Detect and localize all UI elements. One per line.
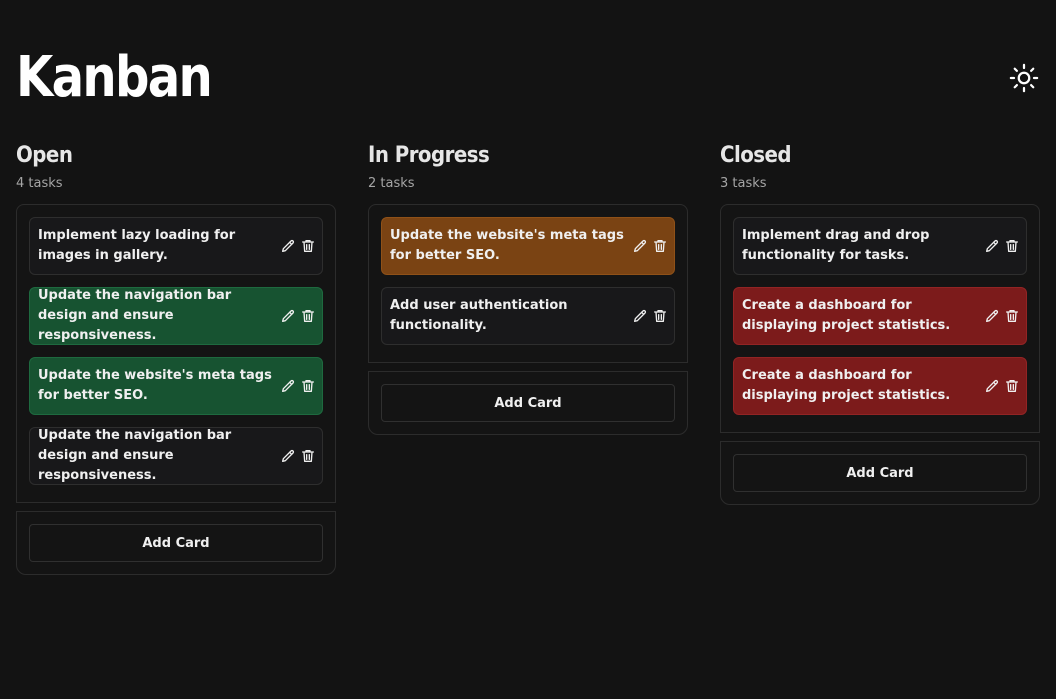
- column-title: In Progress: [368, 143, 490, 168]
- theme-toggle-button[interactable]: [1006, 60, 1042, 96]
- add-card-button[interactable]: Add Card: [381, 384, 675, 422]
- add-card-area: Add Card: [16, 511, 336, 575]
- add-card-button[interactable]: Add Card: [29, 524, 323, 562]
- column-in-progress: In Progress 2 tasks Update the website's…: [368, 142, 688, 435]
- task-card[interactable]: Update the navigation bar design and ens…: [29, 427, 323, 485]
- task-card[interactable]: Update the website's meta tags for bette…: [29, 357, 323, 415]
- card-actions: [632, 308, 668, 324]
- task-card[interactable]: Implement lazy loading for images in gal…: [29, 217, 323, 275]
- card-text: Update the navigation bar design and ens…: [38, 288, 232, 343]
- kanban-page: Kanban Open 4 tasks Implement lazy loadi…: [0, 0, 1056, 699]
- trash-icon[interactable]: [652, 238, 668, 254]
- trash-icon[interactable]: [1004, 238, 1020, 254]
- card-actions: [984, 308, 1020, 324]
- pencil-icon[interactable]: [984, 378, 1000, 394]
- add-card-button[interactable]: Add Card: [733, 454, 1027, 492]
- card-text: Create a dashboard for displaying projec…: [742, 368, 951, 403]
- card-actions: [984, 378, 1020, 394]
- card-text: Add user authentication functionality.: [390, 298, 568, 333]
- trash-icon[interactable]: [652, 308, 668, 324]
- column-closed: Closed 3 tasks Implement drag and drop f…: [720, 142, 1040, 505]
- task-count: 2 tasks: [368, 176, 415, 191]
- task-card[interactable]: Add user authentication functionality.: [381, 287, 675, 345]
- column-title: Closed: [720, 143, 792, 168]
- page-title: Kanban: [16, 45, 213, 110]
- pencil-icon[interactable]: [280, 308, 296, 324]
- trash-icon[interactable]: [300, 378, 316, 394]
- trash-icon[interactable]: [300, 238, 316, 254]
- trash-icon[interactable]: [1004, 308, 1020, 324]
- card-text: Update the website's meta tags for bette…: [390, 228, 624, 263]
- card-actions: [280, 448, 316, 464]
- sun-icon: [1009, 63, 1039, 93]
- trash-icon[interactable]: [1004, 378, 1020, 394]
- card-actions: [984, 238, 1020, 254]
- task-card[interactable]: Create a dashboard for displaying projec…: [733, 287, 1027, 345]
- trash-icon[interactable]: [300, 308, 316, 324]
- card-actions: [632, 238, 668, 254]
- pencil-icon[interactable]: [280, 448, 296, 464]
- task-count: 3 tasks: [720, 176, 767, 191]
- pencil-icon[interactable]: [632, 308, 648, 324]
- card-list: Implement lazy loading for images in gal…: [16, 204, 336, 503]
- pencil-icon[interactable]: [632, 238, 648, 254]
- card-text: Implement lazy loading for images in gal…: [38, 228, 236, 263]
- card-text: Update the website's meta tags for bette…: [38, 368, 272, 403]
- task-card[interactable]: Create a dashboard for displaying projec…: [733, 357, 1027, 415]
- card-text: Create a dashboard for displaying projec…: [742, 298, 951, 333]
- pencil-icon[interactable]: [280, 378, 296, 394]
- column-title: Open: [16, 143, 73, 168]
- column-open: Open 4 tasks Implement lazy loading for …: [16, 142, 336, 575]
- card-text: Implement drag and drop functionality fo…: [742, 228, 930, 263]
- pencil-icon[interactable]: [984, 238, 1000, 254]
- card-actions: [280, 238, 316, 254]
- add-card-area: Add Card: [720, 441, 1040, 505]
- task-card[interactable]: Update the website's meta tags for bette…: [381, 217, 675, 275]
- task-card[interactable]: Update the navigation bar design and ens…: [29, 287, 323, 345]
- card-list: Implement drag and drop functionality fo…: [720, 204, 1040, 433]
- card-actions: [280, 308, 316, 324]
- task-count: 4 tasks: [16, 176, 63, 191]
- trash-icon[interactable]: [300, 448, 316, 464]
- card-text: Update the navigation bar design and ens…: [38, 428, 232, 483]
- pencil-icon[interactable]: [984, 308, 1000, 324]
- card-list: Update the website's meta tags for bette…: [368, 204, 688, 363]
- card-actions: [280, 378, 316, 394]
- pencil-icon[interactable]: [280, 238, 296, 254]
- add-card-area: Add Card: [368, 371, 688, 435]
- task-card[interactable]: Implement drag and drop functionality fo…: [733, 217, 1027, 275]
